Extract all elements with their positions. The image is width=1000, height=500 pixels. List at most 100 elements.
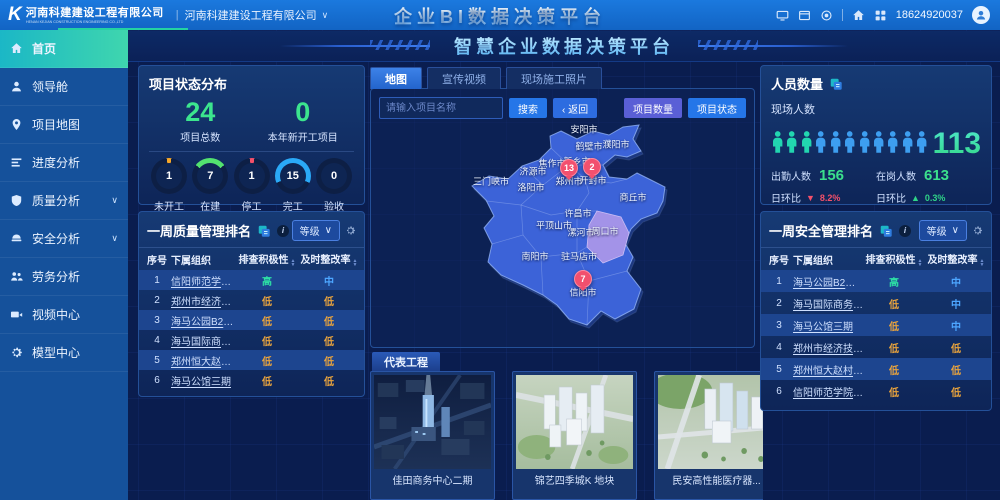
project-card[interactable]: 民安高性能医疗器... — [654, 371, 763, 500]
target-icon[interactable] — [820, 9, 833, 22]
org-cell[interactable]: 郑州恒大赵村安置区A-0... — [793, 362, 863, 377]
person-icon — [843, 125, 856, 159]
henan-province-map[interactable]: 安阳市鹤壁市濮阳市新乡市焦作市济源市三门峡市洛阳市郑州市开封市商丘市许昌市平顶山… — [371, 121, 756, 347]
status-circle-未开工: 1未开工 — [149, 158, 189, 213]
level-filter-dropdown[interactable]: 等级∨ — [292, 220, 340, 241]
project-caption: 锦艺四季城K 地块 — [516, 469, 633, 489]
map-marker[interactable]: 7 — [574, 270, 592, 288]
city-label-洛阳市[interactable]: 洛阳市 — [517, 181, 544, 194]
org-cell[interactable]: 郑州市经济技术开发区青... — [171, 293, 236, 308]
project-status-button[interactable]: 项目状态 — [688, 98, 746, 118]
report-icon — [879, 224, 893, 238]
gear-icon[interactable] — [972, 225, 983, 236]
dod-delta: 8.2% — [820, 193, 841, 203]
map-marker[interactable]: 2 — [583, 158, 601, 176]
info-icon[interactable]: i — [899, 225, 911, 237]
info-icon[interactable]: i — [277, 225, 289, 237]
org-selector[interactable]: | 河南科建建设工程有限公司 ∨ — [176, 7, 328, 23]
city-label-濮阳市[interactable]: 濮阳市 — [602, 138, 629, 151]
table-row[interactable]: 6信阳师范学院淮河校区二...低低 — [761, 380, 991, 402]
project-photo — [374, 375, 491, 469]
sidebar-item-质量分析[interactable]: 质量分析∨ — [0, 182, 128, 220]
table-row[interactable]: 2海马国际商务中心A1地...低中 — [761, 292, 991, 314]
city-label-商丘市[interactable]: 商丘市 — [619, 191, 646, 204]
sort-icon[interactable]: ▲▼ — [291, 259, 296, 267]
sort-icon[interactable]: ▲▼ — [980, 259, 985, 267]
project-count-button[interactable]: 项目数量 — [624, 98, 682, 118]
map-marker[interactable]: 13 — [560, 159, 578, 177]
status-value: 15 — [275, 158, 311, 194]
user-avatar[interactable] — [972, 6, 990, 24]
projects-tab[interactable]: 代表工程 — [372, 352, 440, 371]
company-name-en: HENAN KEJIAN CONSTRUCTION ENGINEERING CO… — [26, 19, 150, 24]
table-row[interactable]: 5郑州恒大赵村安置区A-0...低低 — [761, 358, 991, 380]
tab-现场施工照片[interactable]: 现场施工照片 — [506, 67, 602, 89]
back-button[interactable]: ‹ 返回 — [553, 98, 597, 118]
level-filter-dropdown[interactable]: 等级∨ — [919, 220, 967, 241]
tab-地图[interactable]: 地图 — [370, 67, 422, 89]
sidebar-item-劳务分析[interactable]: 劳务分析 — [0, 258, 128, 296]
org-cell[interactable]: 郑州恒大赵村安置区A-0... — [171, 353, 236, 368]
person-icon — [872, 125, 885, 159]
org-cell[interactable]: 海马国际商务中心A1地... — [793, 296, 863, 311]
org-cell[interactable]: 海马国际商务中心A1地... — [171, 333, 236, 348]
rectify-level: 低 — [298, 293, 360, 308]
table-row[interactable]: 4海马国际商务中心A1地...低低 — [139, 330, 364, 350]
sidebar-item-首页[interactable]: 首页 — [0, 30, 128, 68]
table-row[interactable]: 6海马公馆三期低低 — [139, 370, 364, 390]
org-cell[interactable]: 海马公馆三期 — [793, 318, 863, 333]
org-cell[interactable]: 信阳师范学院淮河校区二... — [171, 273, 236, 288]
org-cell[interactable]: 郑州市经济技术开发区青... — [793, 340, 863, 355]
table-row[interactable]: 5郑州恒大赵村安置区A-0...低低 — [139, 350, 364, 370]
city-label-济源市[interactable]: 济源市 — [519, 165, 546, 178]
gear-icon[interactable] — [345, 225, 356, 236]
search-button[interactable]: 搜索 — [509, 98, 547, 118]
table-row[interactable]: 3海马公园B2地块二期低低 — [139, 310, 364, 330]
org-cell[interactable]: 海马公园B2地块二期 — [171, 313, 236, 328]
status-circle-完工: 15完工 — [273, 158, 313, 213]
tab-宣传视频[interactable]: 宣传视频 — [427, 67, 501, 89]
progress-icon — [10, 156, 23, 169]
table-row[interactable]: 3海马公馆三期低中 — [761, 314, 991, 336]
city-label-南阳市[interactable]: 南阳市 — [521, 250, 548, 263]
city-label-安阳市[interactable]: 安阳市 — [570, 123, 597, 136]
onduty-label: 在岗人数 — [876, 168, 916, 183]
apps-grid-icon[interactable] — [874, 9, 887, 22]
home-icon[interactable] — [852, 9, 865, 22]
table-row[interactable]: 2郑州市经济技术开发区青...低低 — [139, 290, 364, 310]
monitor-icon[interactable] — [776, 9, 789, 22]
org-cell[interactable]: 信阳师范学院淮河校区二... — [793, 384, 863, 399]
city-label-周口市[interactable]: 周口市 — [591, 225, 618, 238]
org-cell[interactable]: 海马公园B2地块二期 — [793, 274, 863, 289]
projects-carousel: 佳田商务中心二期锦艺四季城K 地块 民安高性能医疗器... — [370, 371, 763, 500]
rank-cell: 5 — [765, 364, 793, 375]
city-label-漯河市[interactable]: 漯河市 — [567, 226, 594, 239]
project-card[interactable]: 佳田商务中心二期 — [370, 371, 495, 500]
project-search-input[interactable] — [379, 97, 503, 119]
dashboard-banner: 智慧企业数据决策平台 — [128, 31, 1000, 62]
shield-icon — [10, 194, 23, 207]
org-cell[interactable]: 海马公馆三期 — [171, 373, 236, 388]
sort-icon[interactable]: ▲▼ — [353, 259, 358, 267]
sidebar-item-项目地图[interactable]: 项目地图 — [0, 106, 128, 144]
sidebar-item-安全分析[interactable]: 安全分析∨ — [0, 220, 128, 258]
inspect-level: 低 — [863, 384, 925, 399]
city-label-鹤壁市[interactable]: 鹤壁市 — [575, 140, 602, 153]
sort-icon[interactable]: ▲▼ — [918, 259, 923, 267]
table-row[interactable]: 1海马公园B2地块二期高中 — [761, 270, 991, 292]
table-row[interactable]: 4郑州市经济技术开发区青...低低 — [761, 336, 991, 358]
chevron-down-icon: ∨ — [111, 233, 118, 244]
sidebar-item-领导舱[interactable]: 领导舱 — [0, 68, 128, 106]
project-card[interactable]: 锦艺四季城K 地块 — [512, 371, 637, 500]
arrow-up-icon: ▲ — [911, 193, 920, 203]
safety-ranking-panel: 一周安全管理排名 i 等级∨ 序号下属组织排查积极性▲▼及时整改率▲▼1海马公园… — [760, 211, 992, 411]
table-row[interactable]: 1信阳师范学院淮河校区二...高中 — [139, 270, 364, 290]
sidebar-item-视频中心[interactable]: 视频中心 — [0, 296, 128, 334]
rectify-level: 中 — [925, 318, 987, 333]
window-icon[interactable] — [798, 9, 811, 22]
city-label-驻马店市[interactable]: 驻马店市 — [561, 250, 597, 263]
home-icon — [10, 42, 23, 55]
city-label-三门峡市[interactable]: 三门峡市 — [473, 175, 509, 188]
sidebar-item-模型中心[interactable]: 模型中心 — [0, 334, 128, 372]
sidebar-item-进度分析[interactable]: 进度分析 — [0, 144, 128, 182]
